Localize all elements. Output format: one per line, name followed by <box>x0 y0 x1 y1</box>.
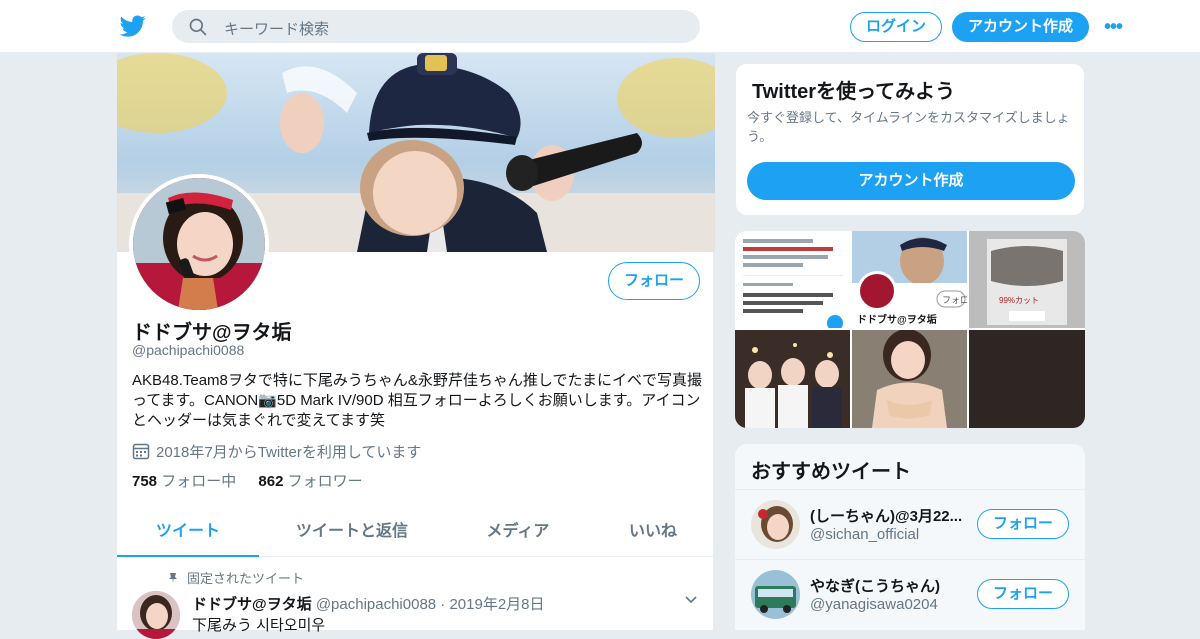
recommended-follow-button[interactable]: フォロー <box>977 579 1069 609</box>
signup-card-title: Twitterを使ってみよう <box>752 81 956 103</box>
media-thumb[interactable] <box>735 330 850 428</box>
recommended-avatar-photo <box>751 570 800 619</box>
tab-likes[interactable]: いいね <box>591 506 715 557</box>
pinned-indicator: 固定されたツイート <box>167 568 304 587</box>
profile-tabs: ツイート ツイートと返信 メディア いいね <box>117 506 715 557</box>
tweet-avatar[interactable] <box>132 591 180 639</box>
more-icon[interactable]: ••• <box>1104 16 1132 38</box>
media-thumb[interactable]: 99%カット <box>969 231 1085 328</box>
signup-card-description: 今すぐ登録して、タイムラインをカスタマイズしましょう。 <box>747 110 1070 144</box>
twitter-bird-icon[interactable] <box>120 13 146 39</box>
tweet-meta[interactable]: @pachipachi0088 · 2019年2月8日 <box>316 596 545 613</box>
tweet-header: ドドブサ@ヲタ垢 @pachipachi0088 · 2019年2月8日 <box>192 593 545 614</box>
recommended-handle[interactable]: @yanagisawa0204 <box>810 596 938 613</box>
recommended-title: おすすめツイート <box>751 461 911 483</box>
joined-text: 2018年7月からTwitterを利用しています <box>156 444 422 461</box>
profile-avatar[interactable] <box>129 174 269 314</box>
avatar-photo <box>133 178 265 310</box>
media-thumb-image <box>735 330 850 428</box>
followers-label: フォロワー <box>287 473 363 490</box>
following-stat[interactable]: 758 フォロー中 <box>132 473 236 490</box>
tweet-avatar-photo <box>132 591 180 639</box>
media-thumb-image: フォロ ドドブサ@ヲタ垢 <box>852 231 967 328</box>
recommended-follow-button[interactable]: フォロー <box>977 509 1069 539</box>
profile-stats: 758 フォロー中 862 フォロワー <box>132 470 363 491</box>
follow-button[interactable]: フォロー <box>608 262 700 300</box>
signup-button[interactable]: アカウント作成 <box>952 12 1089 42</box>
media-thumb-image <box>852 330 967 428</box>
calendar-icon <box>132 443 150 460</box>
recommended-avatar[interactable] <box>751 500 800 549</box>
signup-card: Twitterを使ってみよう 今すぐ登録して、タイムラインをカスタマイズしましょ… <box>735 63 1085 216</box>
recommended-item[interactable]: やなぎ(こうちゃん) @yanagisawa0204 フォロー <box>735 559 1085 629</box>
search-input[interactable]: キーワード検索 <box>224 18 329 39</box>
media-thumb-image <box>969 330 1085 428</box>
chevron-down-icon[interactable] <box>683 591 699 607</box>
top-bar: キーワード検索 ログイン アカウント作成 ••• <box>0 0 1200 53</box>
media-thumb-mask-text: 99%カット <box>999 296 1039 305</box>
media-thumb[interactable] <box>735 231 850 328</box>
recommended-avatar[interactable] <box>751 570 800 619</box>
recommended-handle[interactable]: @sichan_official <box>810 526 919 543</box>
media-grid: フォロ ドドブサ@ヲタ垢 99%カット <box>735 231 1085 428</box>
recommended-tweets: おすすめツイート (しーちゃん)@3月22... @sichan_officia… <box>735 444 1085 630</box>
media-thumb-name-text: ドドブサ@ヲタ垢 <box>857 313 937 326</box>
signup-card-button[interactable]: アカウント作成 <box>747 162 1075 200</box>
recommended-avatar-photo <box>751 500 800 549</box>
profile-handle[interactable]: @pachipachi0088 <box>132 342 244 358</box>
pinned-label: 固定されたツイート <box>187 571 305 586</box>
following-count: 758 <box>132 473 158 490</box>
recommended-name[interactable]: やなぎ(こうちゃん) <box>810 575 970 596</box>
following-label: フォロー中 <box>161 473 237 490</box>
tweet-text: 下尾みう 시타오미우 <box>192 617 326 634</box>
joined-date: 2018年7月からTwitterを利用しています <box>132 441 421 462</box>
recommended-item[interactable]: (しーちゃん)@3月22... @sichan_official フォロー <box>735 489 1085 559</box>
media-thumb-image <box>735 231 850 328</box>
recommended-name[interactable]: (しーちゃん)@3月22... <box>810 505 970 526</box>
media-thumb[interactable] <box>969 330 1085 428</box>
media-thumb-follow-text: フォロ <box>942 295 967 305</box>
media-thumb[interactable]: フォロ ドドブサ@ヲタ垢 <box>852 231 967 328</box>
search-bar[interactable]: キーワード検索 <box>172 10 700 43</box>
profile-column: フォロー ドドブサ@ヲタ垢 @pachipachi0088 AKB48.Team… <box>116 53 715 639</box>
profile-bio: AKB48.Team8ヲタで特に下尾みうちゃん&永野芹佳ちゃん推しでたまにイベで… <box>132 372 702 429</box>
media-thumb-image: 99%カット <box>969 231 1085 328</box>
followers-count: 862 <box>258 473 284 490</box>
media-thumb[interactable] <box>852 330 967 428</box>
tab-tweets[interactable]: ツイート <box>117 506 259 557</box>
login-button[interactable]: ログイン <box>850 12 942 42</box>
pin-icon <box>169 573 177 583</box>
tab-tweets-and-replies[interactable]: ツイートと返信 <box>259 506 445 557</box>
followers-stat[interactable]: 862 フォロワー <box>258 473 362 490</box>
search-icon <box>189 18 207 36</box>
profile-name: ドドブサ@ヲタ垢 <box>132 322 292 344</box>
tab-media[interactable]: メディア <box>445 506 591 557</box>
tweet-author-name[interactable]: ドドブサ@ヲタ垢 <box>192 596 312 613</box>
